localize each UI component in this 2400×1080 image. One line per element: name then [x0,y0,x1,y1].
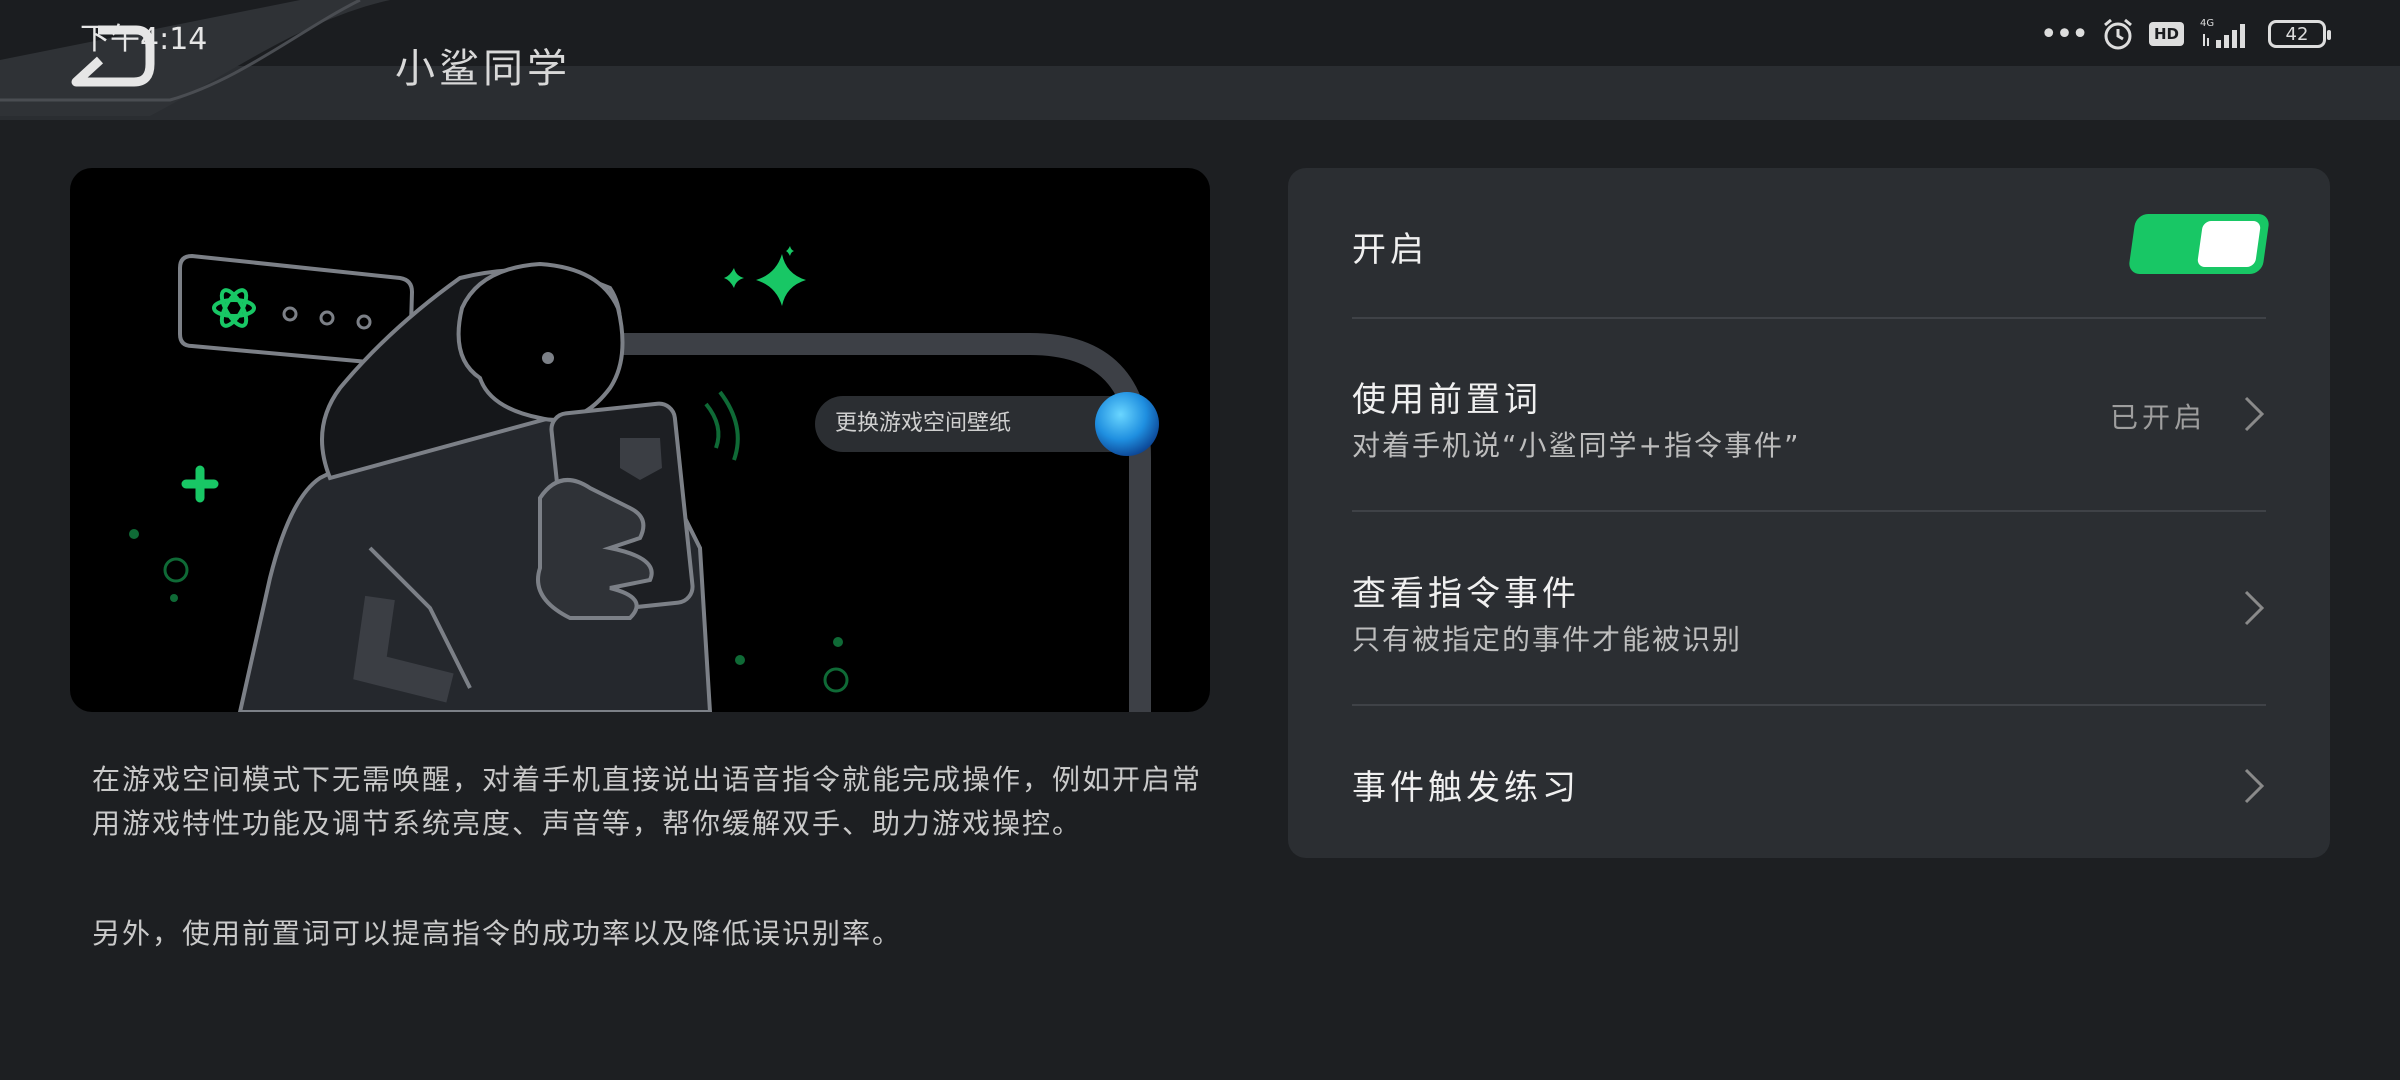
alarm-icon [2104,18,2132,50]
settings-card: 开启 使用前置词 对着手机说“小鲨同学+指令事件” 已开启 查看指令事件 只有被… [1288,168,2330,858]
battery-icon: 42 [2268,20,2331,48]
prefix-tip: 另外，使用前置词可以提高指令的成功率以及降低误识别率。 [92,917,903,950]
enable-toggle[interactable] [2127,214,2271,274]
practice-label: 事件触发练习 [1352,768,1580,808]
wallpaper-globe-icon [1095,392,1159,456]
hero-illustration: 更换游戏空间壁纸 [70,168,1210,712]
enable-row[interactable]: 开启 [1352,212,2271,276]
change-wallpaper-label: 更换游戏空间壁纸 [835,411,1012,436]
status-time: 下午4:14 [80,22,208,57]
toggle-knob [2196,221,2262,267]
prefix-row[interactable]: 使用前置词 对着手机说“小鲨同学+指令事件” 已开启 [1352,372,2266,472]
signal-label: 4G [2200,18,2214,29]
enable-label: 开启 [1352,230,1428,270]
prefix-subtitle: 对着手机说“小鲨同学+指令事件” [1352,429,1801,462]
chevron-right-icon [2244,590,2265,626]
commands-label: 查看指令事件 [1352,574,1580,614]
commands-row[interactable]: 查看指令事件 只有被指定的事件才能被识别 [1352,566,2266,666]
sparkle-icon [756,254,806,306]
chevron-right-icon [2244,396,2265,432]
feature-description: 在游戏空间模式下无需唤醒，对着手机直接说出语音指令就能完成操作，例如开启常用游戏… [92,763,1203,840]
chevron-right-icon [2244,768,2265,804]
practice-row[interactable]: 事件触发练习 [1352,756,2266,816]
signal-icon: 4G [2200,18,2245,48]
divider [1352,317,2266,319]
prefix-status-value: 已开启 [2109,401,2206,434]
hd-badge: HD [2148,22,2184,46]
commands-subtitle: 只有被指定的事件才能被识别 [1352,623,1743,656]
more-notifications-icon: ••• [2039,16,2089,52]
page-title: 小鲨同学 [395,46,571,92]
status-icons: ••• HD 4G 42 [2039,14,2331,54]
plus-icon [181,465,219,503]
divider [1352,704,2266,706]
divider [1352,510,2266,512]
change-wallpaper-button[interactable]: 更换游戏空间壁纸 [815,392,1159,456]
prefix-label: 使用前置词 [1352,380,1542,420]
